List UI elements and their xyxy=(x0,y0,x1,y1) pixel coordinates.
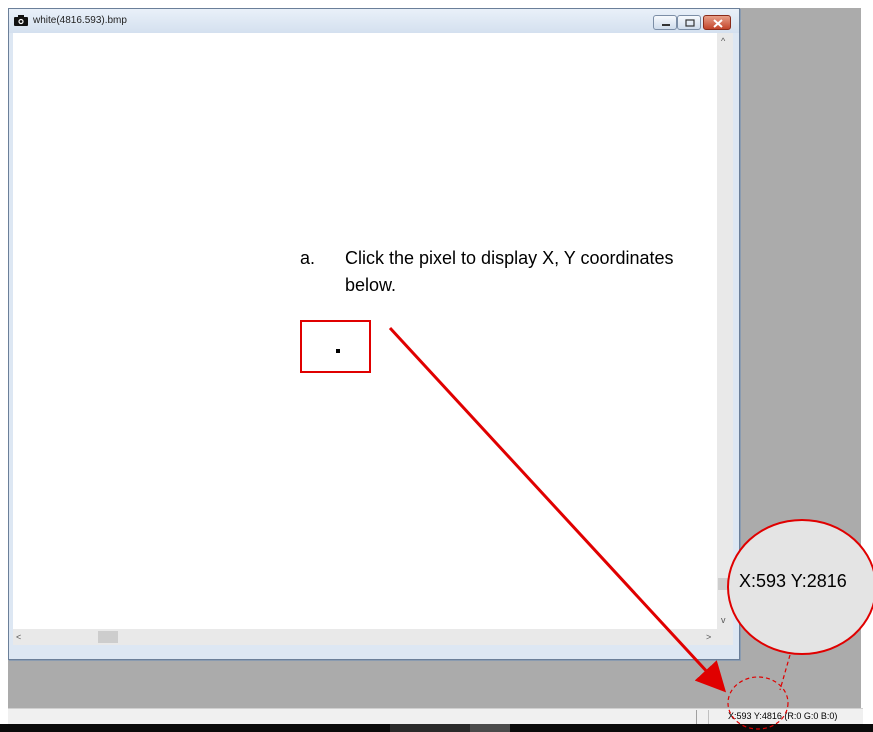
status-zoom-marker xyxy=(727,676,789,730)
zoom-connector xyxy=(779,654,791,691)
zoom-callout-text: X:593 Y:2816 xyxy=(739,571,847,591)
pointer-arrow xyxy=(388,326,727,693)
